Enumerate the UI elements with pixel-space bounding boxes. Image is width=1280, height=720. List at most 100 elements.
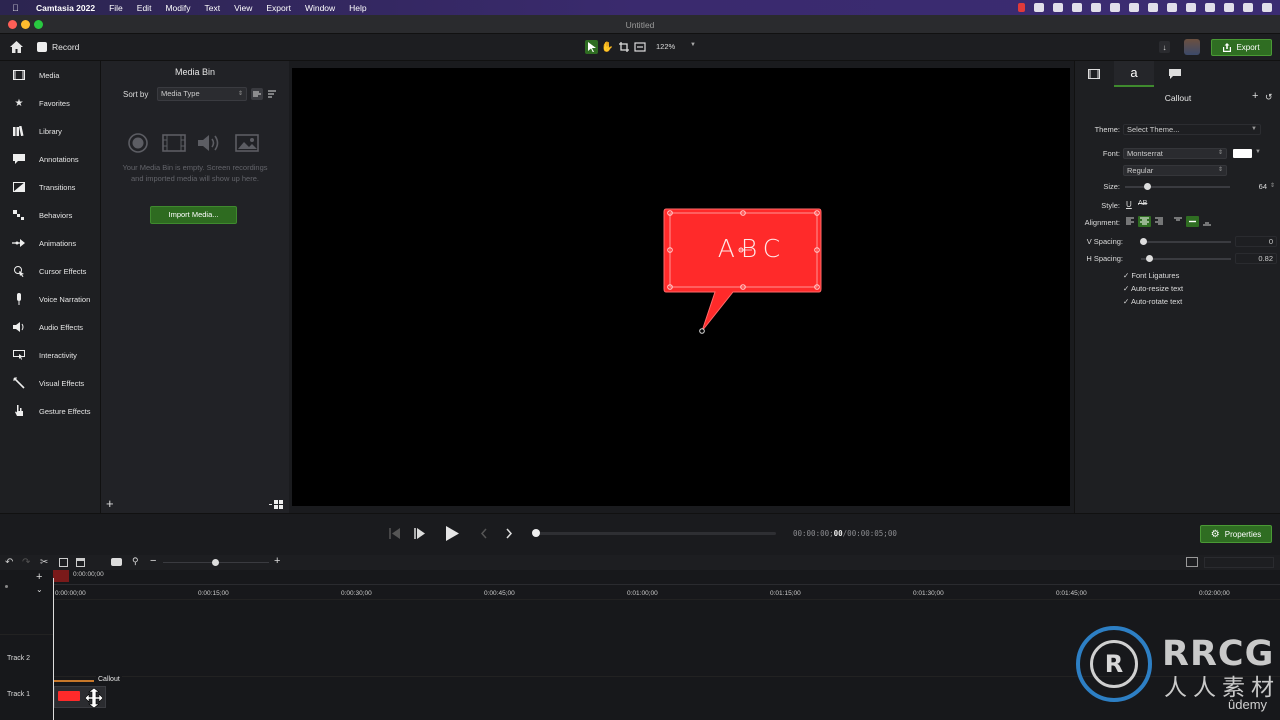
- audio-icon[interactable]: [1091, 3, 1101, 12]
- previous-marker-icon[interactable]: [480, 528, 490, 540]
- avatar[interactable]: [1184, 39, 1200, 55]
- select-tool-icon[interactable]: [585, 40, 598, 54]
- record-icon[interactable]: [37, 42, 47, 52]
- telegram-icon[interactable]: [1053, 3, 1063, 12]
- account-icon[interactable]: [1167, 3, 1177, 12]
- hspacing-input[interactable]: 0.82: [1235, 253, 1277, 264]
- skype-icon[interactable]: [1072, 3, 1082, 12]
- wifi-icon[interactable]: [1224, 3, 1234, 12]
- vspacing-slider[interactable]: [1141, 241, 1231, 243]
- sidebar-item-favorites[interactable]: ★ Favorites: [0, 89, 101, 117]
- hspacing-slider[interactable]: [1141, 258, 1231, 260]
- sidebar-item-annotations[interactable]: Annotations: [0, 145, 101, 173]
- font-weight-select[interactable]: Regular ⇕: [1123, 165, 1227, 176]
- strikethrough-icon[interactable]: AB: [1138, 200, 1147, 207]
- app-name-menu[interactable]: Camtasia 2022: [36, 3, 95, 13]
- globe-icon[interactable]: [1148, 3, 1158, 12]
- zoom-search-icon[interactable]: ⚲: [132, 556, 139, 567]
- fit-canvas-icon[interactable]: [633, 40, 646, 54]
- align-right-icon[interactable]: [1154, 217, 1165, 227]
- undo-icon[interactable]: ↶: [5, 557, 13, 568]
- vspacing-input[interactable]: 0: [1235, 236, 1277, 247]
- track-label-2[interactable]: Track 2: [7, 655, 30, 662]
- callout-graphic[interactable]: [292, 68, 1070, 506]
- moon-icon[interactable]: [1186, 3, 1196, 12]
- previous-frame-icon[interactable]: [389, 528, 402, 540]
- crop-tool-icon[interactable]: [617, 40, 630, 54]
- timeline-zoom-knob[interactable]: [212, 559, 219, 566]
- menu-file[interactable]: File: [109, 3, 123, 13]
- snapshot-camera-icon[interactable]: [111, 558, 122, 566]
- record-button-label[interactable]: Record: [52, 42, 79, 52]
- home-icon[interactable]: [9, 40, 23, 53]
- sidebar-item-cursor-effects[interactable]: Cursor Effects: [0, 257, 101, 285]
- copy-icon[interactable]: [59, 558, 68, 567]
- battery-icon[interactable]: [1205, 3, 1215, 12]
- align-middle-icon[interactable]: [1186, 216, 1199, 227]
- text-properties-tab[interactable]: a: [1114, 61, 1154, 87]
- align-left-icon[interactable]: [1125, 217, 1136, 227]
- timeline-search-field[interactable]: [1204, 557, 1274, 568]
- add-track-icon[interactable]: +: [36, 571, 42, 583]
- record-status-icon[interactable]: [1018, 3, 1025, 12]
- menu-help[interactable]: Help: [349, 3, 366, 13]
- zoom-in-icon[interactable]: +: [274, 555, 280, 567]
- stepper-icon[interactable]: ⇕: [1270, 182, 1275, 189]
- sidebar-item-voice-narration[interactable]: Voice Narration: [0, 285, 101, 313]
- scrubber-knob[interactable]: [532, 529, 540, 537]
- collapse-tracks-icon[interactable]: ⌄: [36, 585, 43, 594]
- control-center-icon[interactable]: [1243, 3, 1253, 12]
- reset-icon[interactable]: ↺: [1265, 92, 1273, 103]
- zoom-out-icon[interactable]: −: [150, 555, 156, 567]
- sidebar-item-behaviors[interactable]: Behaviors: [0, 201, 101, 229]
- export-button[interactable]: Export: [1211, 39, 1272, 56]
- underline-icon[interactable]: U: [1126, 200, 1132, 209]
- sort-by-select[interactable]: Media Type ⇕: [157, 87, 247, 101]
- apple-icon[interactable]: : [12, 3, 26, 13]
- callout-text[interactable]: ABC: [702, 234, 802, 263]
- vspacing-slider-knob[interactable]: [1140, 238, 1147, 245]
- sidebar-item-animations[interactable]: Animations: [0, 229, 101, 257]
- sidebar-item-transitions[interactable]: Transitions: [0, 173, 101, 201]
- sidebar-item-visual-effects[interactable]: Visual Effects: [0, 369, 101, 397]
- align-bottom-icon[interactable]: [1202, 217, 1213, 227]
- paste-icon[interactable]: [76, 558, 85, 567]
- next-marker-icon[interactable]: [505, 528, 515, 540]
- align-center-icon[interactable]: [1138, 216, 1151, 227]
- align-top-icon[interactable]: [1173, 217, 1184, 227]
- sidebar-item-audio-effects[interactable]: Audio Effects: [0, 313, 101, 341]
- list-view-icon[interactable]: [251, 88, 263, 100]
- menu-export[interactable]: Export: [266, 3, 291, 13]
- properties-button[interactable]: ⚙ Properties: [1200, 525, 1272, 543]
- menu-view[interactable]: View: [234, 3, 252, 13]
- font-ligatures-checkbox[interactable]: ✓ Font Ligatures: [1123, 271, 1179, 280]
- play-icon[interactable]: [444, 525, 460, 543]
- size-slider-knob[interactable]: [1144, 183, 1151, 190]
- grid-view-icon[interactable]: [269, 500, 284, 510]
- menu-window[interactable]: Window: [305, 3, 335, 13]
- download-icon[interactable]: ↓: [1159, 41, 1170, 53]
- menu-modify[interactable]: Modify: [165, 3, 190, 13]
- sidebar-item-interactivity[interactable]: Interactivity: [0, 341, 101, 369]
- size-value[interactable]: 64: [1235, 182, 1267, 191]
- track-options-dot[interactable]: [5, 585, 8, 588]
- size-slider[interactable]: [1125, 186, 1230, 188]
- auto-rotate-checkbox[interactable]: ✓ Auto-rotate text: [1123, 297, 1182, 306]
- zoom-level[interactable]: 122%: [656, 42, 675, 51]
- sidebar-item-gesture-effects[interactable]: Gesture Effects: [0, 397, 101, 425]
- hspacing-slider-knob[interactable]: [1146, 255, 1153, 262]
- auto-resize-checkbox[interactable]: ✓ Auto-resize text: [1123, 284, 1183, 293]
- vimeo-icon[interactable]: [1110, 3, 1120, 12]
- font-color-swatch[interactable]: [1233, 149, 1252, 158]
- track-label-1[interactable]: Track 1: [7, 691, 30, 698]
- detach-timeline-icon[interactable]: [1186, 557, 1198, 567]
- add-media-icon[interactable]: +: [106, 497, 114, 510]
- annotation-properties-tab-icon[interactable]: [1168, 69, 1182, 79]
- siri-icon[interactable]: [1262, 3, 1272, 12]
- theme-select[interactable]: Select Theme... ▼: [1123, 124, 1261, 135]
- network-icon[interactable]: [1129, 3, 1139, 12]
- menu-edit[interactable]: Edit: [137, 3, 152, 13]
- pan-tool-icon[interactable]: ✋: [601, 40, 614, 54]
- zoom-dropdown-chevron-icon[interactable]: ▼: [690, 42, 696, 48]
- dropbox-icon[interactable]: [1034, 3, 1044, 12]
